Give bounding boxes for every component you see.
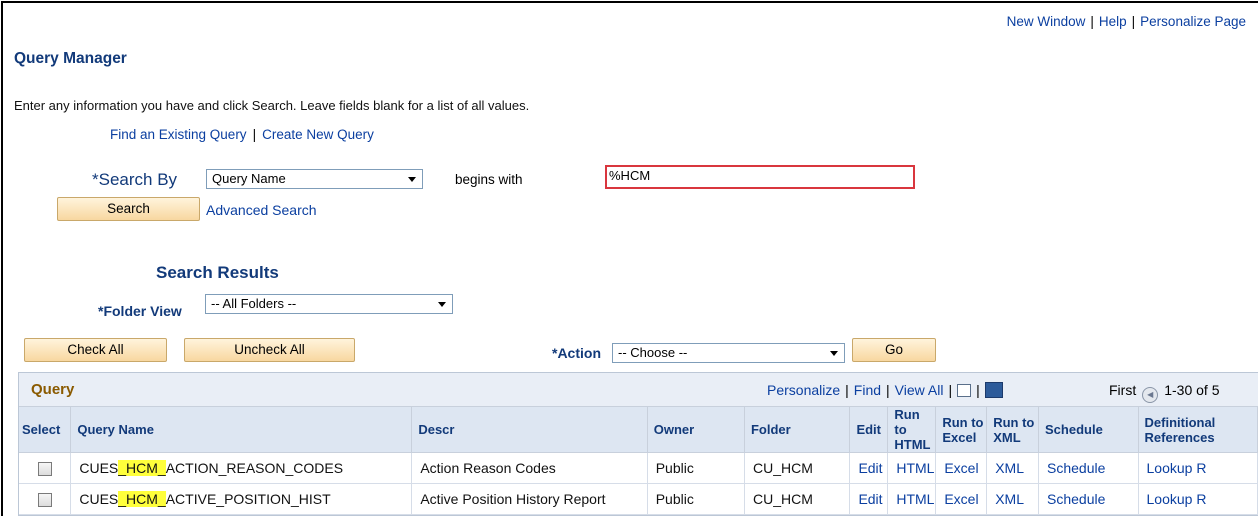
col-descr[interactable]: Descr: [411, 407, 648, 453]
table-header-row: Select Query Name Descr Owner Folder Edi…: [19, 407, 1258, 453]
search-button[interactable]: Search: [57, 197, 200, 221]
query-name-suffix: ACTION_REASON_CODES: [165, 460, 344, 476]
col-run-html: Run to HTML: [887, 407, 937, 453]
table-row: CUES_HCM_ACTIVE_POSITION_HIST Active Pos…: [19, 483, 1258, 515]
download-excel-icon[interactable]: [984, 382, 1003, 398]
page-title: Query Manager: [14, 50, 127, 67]
grid-header: Query Personalize | Find | View All | | First ◀…: [19, 373, 1258, 407]
search-results-title: Search Results: [156, 263, 279, 282]
owner-cell: Public: [647, 483, 745, 515]
col-definitional-references: Definitional References: [1138, 407, 1258, 453]
view-all-link[interactable]: View All: [895, 382, 944, 398]
help-link[interactable]: Help: [1099, 14, 1127, 29]
col-folder[interactable]: Folder: [744, 407, 851, 453]
col-query-name[interactable]: Query Name: [70, 407, 413, 453]
action-value: -- Choose --: [618, 345, 688, 360]
query-name-cell: CUES_HCM_ACTIVE_POSITION_HIST: [70, 483, 413, 515]
run-excel-link[interactable]: Excel: [935, 452, 988, 484]
run-excel-link[interactable]: Excel: [935, 483, 988, 515]
find-existing-query-link[interactable]: Find an Existing Query: [110, 127, 247, 142]
col-schedule: Schedule: [1038, 407, 1139, 453]
schedule-link[interactable]: Schedule: [1038, 452, 1139, 484]
col-edit: Edit: [849, 407, 889, 453]
row-checkbox[interactable]: [37, 493, 52, 508]
schedule-link[interactable]: Schedule: [1038, 483, 1139, 515]
row-checkbox[interactable]: [37, 462, 52, 477]
run-xml-link[interactable]: XML: [986, 483, 1039, 515]
search-by-select[interactable]: Query Name: [206, 169, 423, 189]
col-run-excel: Run to Excel: [935, 407, 988, 453]
operator-label: begins with: [455, 172, 523, 187]
folder-view-select[interactable]: -- All Folders --: [205, 294, 453, 314]
table-row: CUES_HCM_ACTION_REASON_CODES Action Reas…: [19, 452, 1258, 484]
search-input[interactable]: %HCM: [605, 165, 915, 189]
folder-cell: CU_HCM: [744, 483, 851, 515]
personalize-page-link[interactable]: Personalize Page: [1140, 14, 1246, 29]
chevron-down-icon: [438, 302, 446, 307]
run-html-link[interactable]: HTML: [887, 452, 937, 484]
edit-link[interactable]: Edit: [849, 483, 889, 515]
run-xml-link[interactable]: XML: [986, 452, 1039, 484]
chevron-down-icon: [830, 351, 838, 356]
query-table: Select Query Name Descr Owner Folder Edi…: [19, 407, 1258, 515]
zoom-grid-icon[interactable]: [957, 384, 972, 397]
edit-link[interactable]: Edit: [849, 452, 889, 484]
chevron-down-icon: [408, 177, 416, 182]
query-results-grid: Query Personalize | Find | View All | | First ◀…: [18, 372, 1258, 516]
col-select: Select: [19, 407, 72, 453]
action-select[interactable]: -- Choose --: [612, 343, 845, 363]
new-window-link[interactable]: New Window: [1007, 14, 1086, 29]
create-new-query-link[interactable]: Create New Query: [262, 127, 374, 142]
row-select-cell: [19, 483, 72, 515]
grid-pagination: First ◀ 1-30 of 5: [1109, 382, 1219, 403]
lookup-references-link[interactable]: Lookup R: [1138, 483, 1258, 515]
grid-toolbar: Personalize | Find | View All | |: [767, 382, 1003, 398]
query-name-prefix: CUES: [79, 460, 119, 476]
query-name-prefix: CUES: [79, 491, 119, 507]
search-by-label: *Search By: [92, 170, 178, 189]
query-name-highlight: _HCM_: [118, 460, 166, 476]
descr-cell: Action Reason Codes: [411, 452, 648, 484]
col-owner[interactable]: Owner: [647, 407, 745, 453]
header-links: New Window | Help | Personalize Page: [1006, 14, 1246, 29]
advanced-search-link[interactable]: Advanced Search: [206, 202, 317, 218]
instructions-text: Enter any information you have and click…: [14, 98, 530, 113]
col-run-xml: Run to XML: [986, 407, 1039, 453]
first-label: First: [1109, 382, 1137, 398]
find-grid-link[interactable]: Find: [854, 382, 881, 398]
descr-cell: Active Position History Report: [411, 483, 648, 515]
grid-title: Query: [31, 381, 75, 398]
lookup-references-link[interactable]: Lookup R: [1138, 452, 1258, 484]
search-by-value: Query Name: [212, 171, 286, 186]
row-select-cell: [19, 452, 72, 484]
check-all-button[interactable]: Check All: [24, 338, 167, 362]
previous-page-icon[interactable]: ◀: [1142, 387, 1159, 403]
query-name-highlight: _HCM_: [118, 491, 166, 507]
row-range: 1-30 of 5: [1164, 382, 1220, 398]
query-name-suffix: ACTIVE_POSITION_HIST: [165, 491, 331, 507]
uncheck-all-button[interactable]: Uncheck All: [184, 338, 355, 362]
query-name-cell: CUES_HCM_ACTION_REASON_CODES: [70, 452, 413, 484]
go-button[interactable]: Go: [852, 338, 936, 362]
owner-cell: Public: [647, 452, 745, 484]
folder-view-value: -- All Folders --: [211, 296, 297, 311]
personalize-grid-link[interactable]: Personalize: [767, 382, 840, 398]
action-label: *Action: [552, 345, 601, 361]
query-mode-links: Find an Existing Query | Create New Query: [110, 127, 374, 142]
folder-cell: CU_HCM: [744, 452, 851, 484]
run-html-link[interactable]: HTML: [887, 483, 937, 515]
folder-view-label: *Folder View: [98, 303, 182, 319]
